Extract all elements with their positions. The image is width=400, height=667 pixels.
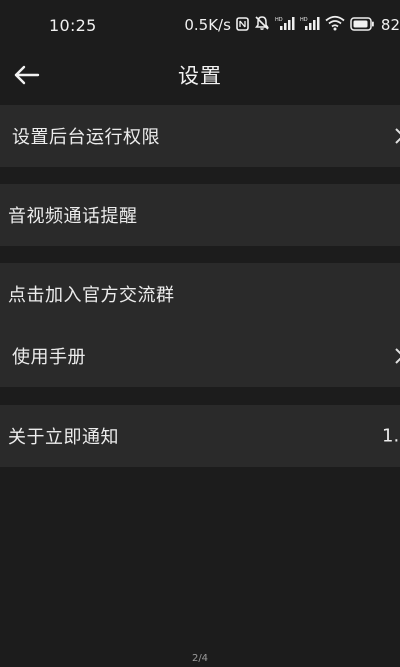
settings-row-user-manual[interactable]: 使用手册	[0, 325, 400, 387]
status-icons: 0.5K/s HD HD 82	[184, 15, 400, 35]
status-bar: 10:25 0.5K/s HD HD 82	[0, 0, 400, 50]
signal-hd-icon: HD	[275, 15, 295, 35]
battery-icon	[350, 16, 374, 35]
settings-row-av-call-reminder[interactable]: 音视频通话提醒	[0, 184, 400, 246]
app-bar: 设置	[0, 50, 400, 100]
signal-hd-icon: HD	[300, 15, 320, 35]
settings-section-background: 设置后台运行权限	[0, 105, 400, 167]
settings-row-background-permission[interactable]: 设置后台运行权限	[0, 105, 400, 167]
mute-icon	[254, 15, 270, 35]
settings-section-call-reminder: 音视频通话提醒	[0, 184, 400, 246]
settings-section-community: 点击加入官方交流群 使用手册	[0, 263, 400, 387]
svg-text:HD: HD	[275, 17, 283, 23]
settings-row-join-group[interactable]: 点击加入官方交流群	[0, 263, 400, 325]
settings-section-about: 关于立即通知 1.0	[0, 405, 400, 467]
wifi-icon	[325, 15, 345, 35]
row-label: 音视频通话提醒	[8, 206, 138, 227]
chevron-right-icon	[394, 126, 400, 146]
row-label: 使用手册	[12, 347, 86, 368]
row-label: 关于立即通知	[8, 427, 119, 448]
row-label: 点击加入官方交流群	[8, 285, 175, 306]
net-speed: 0.5K/s	[184, 16, 231, 34]
page-indicator: 2/4	[191, 653, 209, 664]
status-time: 10:25	[49, 16, 97, 35]
version-value: 1.0	[382, 425, 400, 447]
nfc-icon	[236, 16, 249, 35]
page-title: 设置	[178, 64, 222, 88]
battery-level: 82	[380, 16, 400, 34]
chevron-right-icon	[394, 346, 400, 366]
svg-text:HD: HD	[300, 17, 308, 23]
settings-screen: 10:25 0.5K/s HD HD 82 设置 设置后台运行权限 音视频通话提…	[0, 0, 400, 667]
row-label: 设置后台运行权限	[12, 127, 160, 148]
settings-row-about[interactable]: 关于立即通知 1.0	[0, 405, 400, 467]
